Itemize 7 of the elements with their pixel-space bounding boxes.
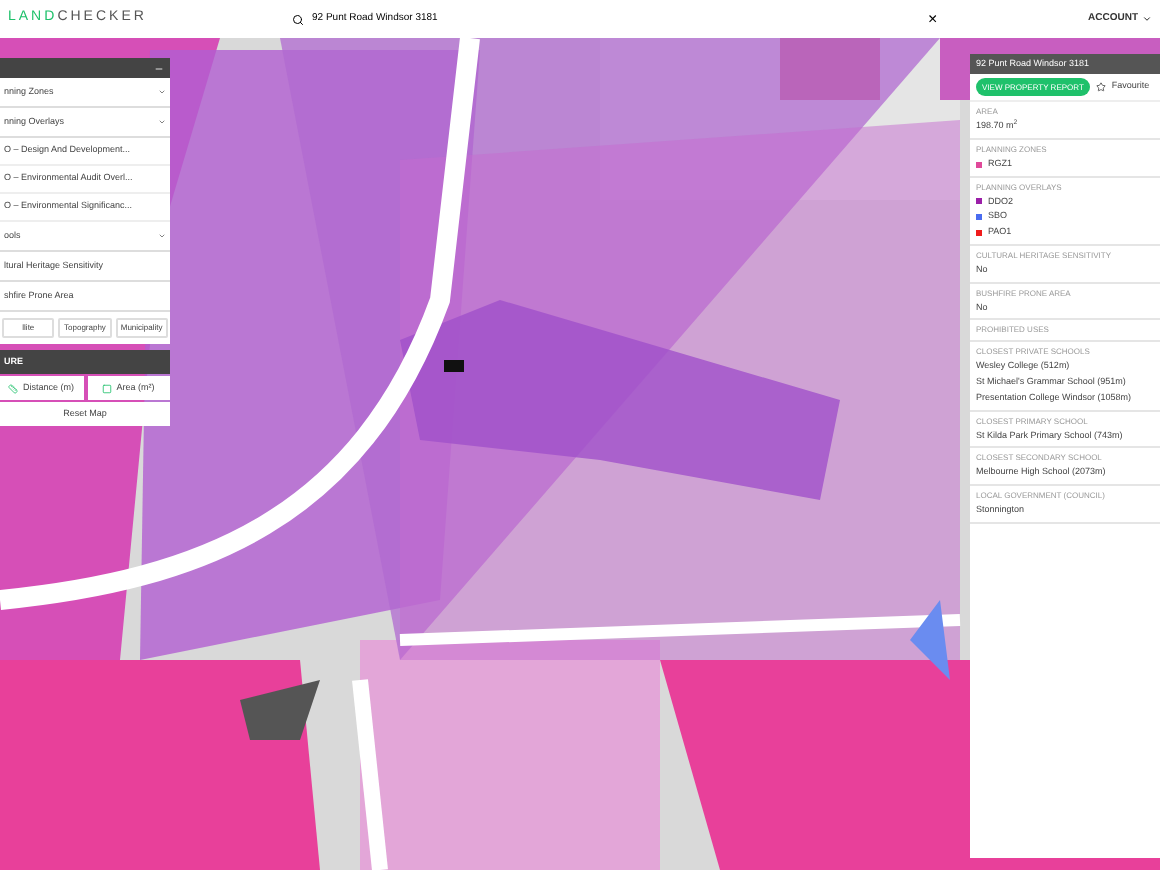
star-icon[interactable]: [1095, 82, 1106, 92]
clear-button[interactable]: ×: [928, 7, 938, 31]
collapse-icon[interactable]: [154, 63, 164, 73]
search-icon: [292, 13, 304, 25]
ruler-icon: [8, 383, 19, 393]
caret-icon: [1142, 14, 1152, 24]
square-icon: [102, 383, 113, 393]
